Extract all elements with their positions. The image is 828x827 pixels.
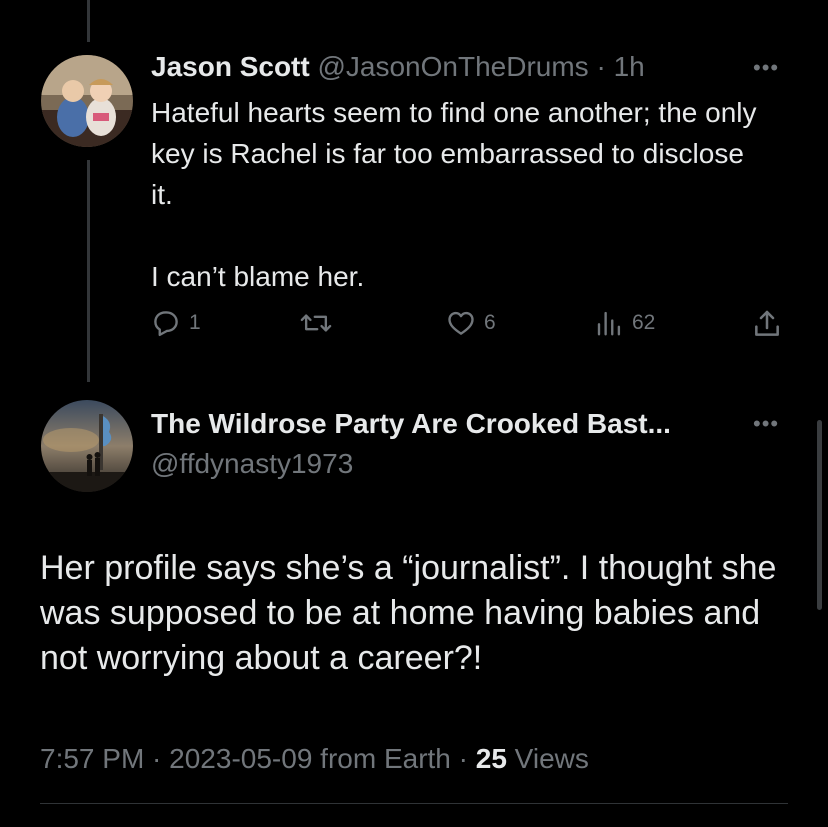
main-author-name[interactable]: The Wildrose Party Are Crooked Bast...	[151, 406, 671, 442]
like-icon	[448, 311, 474, 335]
like-count: 6	[484, 311, 496, 334]
tweet-views-count: 25	[475, 743, 507, 774]
retweet-button[interactable]	[300, 308, 340, 338]
reply-icon	[154, 311, 178, 337]
main-tweet-text: Her profile says she’s a “journalist”. I…	[40, 549, 777, 677]
reply-author-name[interactable]: Jason Scott	[151, 51, 310, 82]
thread-line-top	[87, 0, 90, 42]
reply-paragraph: Hateful hearts seem to find one another;…	[151, 97, 757, 210]
action-bar: 1 6 62	[151, 308, 791, 348]
reply-count: 1	[189, 311, 201, 334]
reply-header: Jason Scott @JasonOnTheDrums · 1h	[151, 50, 645, 84]
reply-time[interactable]: 1h	[614, 51, 645, 82]
share-icon	[755, 310, 779, 336]
more-icon[interactable]: •••	[753, 57, 779, 79]
views-button[interactable]: 62	[594, 308, 655, 338]
separator-dot: ·	[596, 51, 606, 82]
reply-paragraph: I can’t blame her.	[151, 261, 365, 292]
share-button[interactable]	[751, 308, 783, 340]
more-icon[interactable]: •••	[753, 413, 779, 435]
reply-author-handle[interactable]: @JasonOnTheDrums	[317, 51, 588, 82]
divider	[40, 803, 788, 804]
avatar-jason-scott[interactable]	[41, 55, 133, 147]
reply-button[interactable]: 1	[151, 308, 201, 338]
thread-line	[87, 160, 90, 382]
main-author-handle[interactable]: @ffdynasty1973	[151, 446, 353, 482]
tweet-meta: 7:57 PM · 2023-05-09 from Earth · 25 Vie…	[40, 741, 589, 777]
tweet-timestamp[interactable]: 7:57 PM · 2023-05-09 from Earth ·	[40, 743, 476, 774]
retweet-icon	[300, 314, 332, 332]
reply-text: Hateful hearts seem to find one another;…	[151, 92, 771, 297]
like-button[interactable]: 6	[446, 308, 496, 338]
views-count: 62	[632, 311, 656, 334]
views-icon	[597, 311, 621, 336]
tweet-views-label: Views	[506, 743, 589, 774]
avatar-ffdynasty1973[interactable]	[41, 400, 133, 492]
scrollbar[interactable]	[817, 420, 822, 610]
